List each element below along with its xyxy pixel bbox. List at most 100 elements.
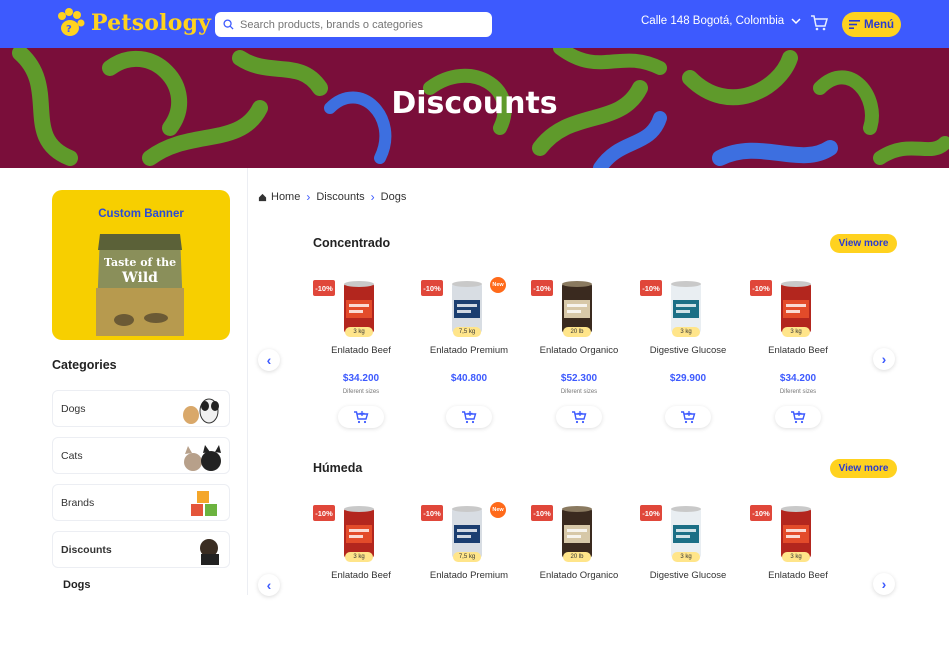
discount-badge: -10% xyxy=(313,280,335,296)
size-pill: 20 lb xyxy=(563,327,591,337)
size-pill: 3 kg xyxy=(345,552,373,562)
chevron-left-icon: ‹ xyxy=(266,352,272,368)
product-price: $52.300 xyxy=(560,373,598,384)
category-cats[interactable]: Cats xyxy=(52,437,230,474)
product-card[interactable]: -10% 3 kg Digestive Glucose xyxy=(640,493,736,653)
product-card[interactable]: -10% 3 kg Enlatado Beef $34.200 Diferent s… xyxy=(750,268,846,428)
view-more-button[interactable]: View more xyxy=(830,234,897,253)
brands-thumbnail xyxy=(191,491,217,516)
product-price: $34.200 xyxy=(342,373,380,384)
new-badge: New xyxy=(490,277,506,293)
size-pill: 7,5 kg xyxy=(453,552,481,562)
add-to-cart-icon xyxy=(791,411,806,424)
discount-badge: -10% xyxy=(750,280,772,296)
product-name[interactable]: Enlatado Beef xyxy=(740,346,856,356)
discount-badge: -10% xyxy=(640,280,662,296)
carousel-next-button[interactable]: › xyxy=(873,573,895,595)
sidebar: Custom Banner Taste of the Wild Categori… xyxy=(0,168,248,595)
product-card[interactable]: -10% 20 lb Enlatado Organico xyxy=(531,493,627,653)
size-pill: 3 kg xyxy=(782,552,810,562)
add-to-cart-button[interactable] xyxy=(775,406,821,428)
discount-badge: -10% xyxy=(531,505,553,521)
chevron-down-icon xyxy=(791,17,801,24)
product-price: $29.900 xyxy=(669,373,707,384)
view-more-button[interactable]: View more xyxy=(830,459,897,478)
product-card[interactable]: -10% 7,5 kg Enlatado Premium New $40.800 xyxy=(421,268,517,428)
svg-text:Taste of the: Taste of the xyxy=(104,256,176,269)
product-card[interactable]: -10% 7,5 kg Enlatado Premium New xyxy=(421,493,517,653)
brand-name: Petsology xyxy=(91,10,212,36)
top-nav-bar: ? Petsology Calle 148 Bogotá, Colombia M… xyxy=(0,0,949,48)
menu-label: Menú xyxy=(863,18,895,31)
category-label: Brands xyxy=(61,496,95,509)
cats-thumbnail xyxy=(184,445,221,471)
add-to-cart-icon xyxy=(572,411,587,424)
product-name[interactable]: Enlatado Beef xyxy=(303,346,419,356)
breadcrumb-discounts[interactable]: Discounts xyxy=(316,191,364,203)
svg-text:Wild: Wild xyxy=(121,270,158,286)
category-label: Discounts xyxy=(61,543,112,556)
brand-logo[interactable]: ? Petsology xyxy=(55,8,211,38)
carousel-next-button[interactable]: › xyxy=(873,348,895,370)
subcategory-dogs[interactable]: Dogs xyxy=(63,579,91,591)
breadcrumb-dogs[interactable]: Dogs xyxy=(381,191,407,203)
carousel-prev-button[interactable]: ‹ xyxy=(258,349,280,371)
custom-banner[interactable]: Custom Banner Taste of the Wild xyxy=(52,190,230,340)
product-name[interactable]: Enlatado Beef xyxy=(740,571,856,581)
chevron-right-icon: › xyxy=(881,576,887,592)
size-pill: 7,5 kg xyxy=(453,327,481,337)
product-card[interactable]: -10% 3 kg Digestive Glucose $29.900 xyxy=(640,268,736,428)
product-card[interactable]: -10% 3 kg Enlatado Beef xyxy=(313,493,409,653)
search-bar[interactable] xyxy=(215,12,492,37)
size-pill: 20 lb xyxy=(563,552,591,562)
search-icon xyxy=(223,19,234,30)
search-input[interactable] xyxy=(240,18,480,31)
different-sizes-note: Diferent sizes xyxy=(342,389,380,395)
product-card[interactable]: -10% 3 kg Enlatado Beef $34.200 Diferent s… xyxy=(313,268,409,428)
size-pill: 3 kg xyxy=(672,327,700,337)
add-to-cart-button[interactable] xyxy=(446,406,492,428)
carousel-prev-button[interactable]: ‹ xyxy=(258,574,280,596)
product-card[interactable]: -10% 3 kg Enlatado Beef xyxy=(750,493,846,653)
add-to-cart-button[interactable] xyxy=(556,406,602,428)
size-pill: 3 kg xyxy=(782,327,810,337)
hamburger-icon xyxy=(848,20,860,29)
dogs-thumbnail xyxy=(183,398,219,424)
chevron-right-icon: › xyxy=(306,190,311,204)
menu-button[interactable]: Menú xyxy=(842,12,901,37)
product-name[interactable]: Enlatado Beef xyxy=(303,571,419,581)
discounts-thumbnail xyxy=(200,539,219,565)
add-to-cart-button[interactable] xyxy=(338,406,384,428)
categories-heading: Categories xyxy=(52,358,117,372)
location-selector[interactable]: Calle 148 Bogotá, Colombia xyxy=(641,15,801,27)
category-dogs[interactable]: Dogs xyxy=(52,390,230,427)
section-title-humeda: Húmeda xyxy=(313,461,363,475)
product-price: $34.200 xyxy=(779,373,817,384)
add-to-cart-button[interactable] xyxy=(665,406,711,428)
size-pill: 3 kg xyxy=(672,552,700,562)
category-discounts[interactable]: Discounts xyxy=(52,531,230,568)
add-to-cart-icon xyxy=(681,411,696,424)
product-name[interactable]: Digestive Glucose xyxy=(630,571,746,581)
discount-badge: -10% xyxy=(640,505,662,521)
location-text: Calle 148 Bogotá, Colombia xyxy=(641,15,785,27)
product-bag-image: Taste of the Wild xyxy=(96,234,184,336)
product-name[interactable]: Digestive Glucose xyxy=(630,346,746,356)
product-name[interactable]: Enlatado Premium xyxy=(411,346,527,356)
product-name[interactable]: Enlatado Organico xyxy=(521,571,637,581)
discount-badge: -10% xyxy=(313,505,335,521)
page-banner: Discounts xyxy=(0,48,949,168)
category-label: Dogs xyxy=(61,402,86,415)
chevron-right-icon: › xyxy=(370,190,375,204)
discount-badge: -10% xyxy=(421,505,443,521)
size-pill: 3 kg xyxy=(345,327,373,337)
category-brands[interactable]: Brands xyxy=(52,484,230,521)
product-name[interactable]: Enlatado Organico xyxy=(521,346,637,356)
add-to-cart-icon xyxy=(354,411,369,424)
cart-icon[interactable] xyxy=(810,14,828,32)
breadcrumb-home[interactable]: Home xyxy=(271,191,300,203)
product-price: $40.800 xyxy=(450,373,488,384)
product-name[interactable]: Enlatado Premium xyxy=(411,571,527,581)
discount-badge: -10% xyxy=(531,280,553,296)
product-card[interactable]: -10% 20 lb Enlatado Organico $52.300 Difer… xyxy=(531,268,627,428)
